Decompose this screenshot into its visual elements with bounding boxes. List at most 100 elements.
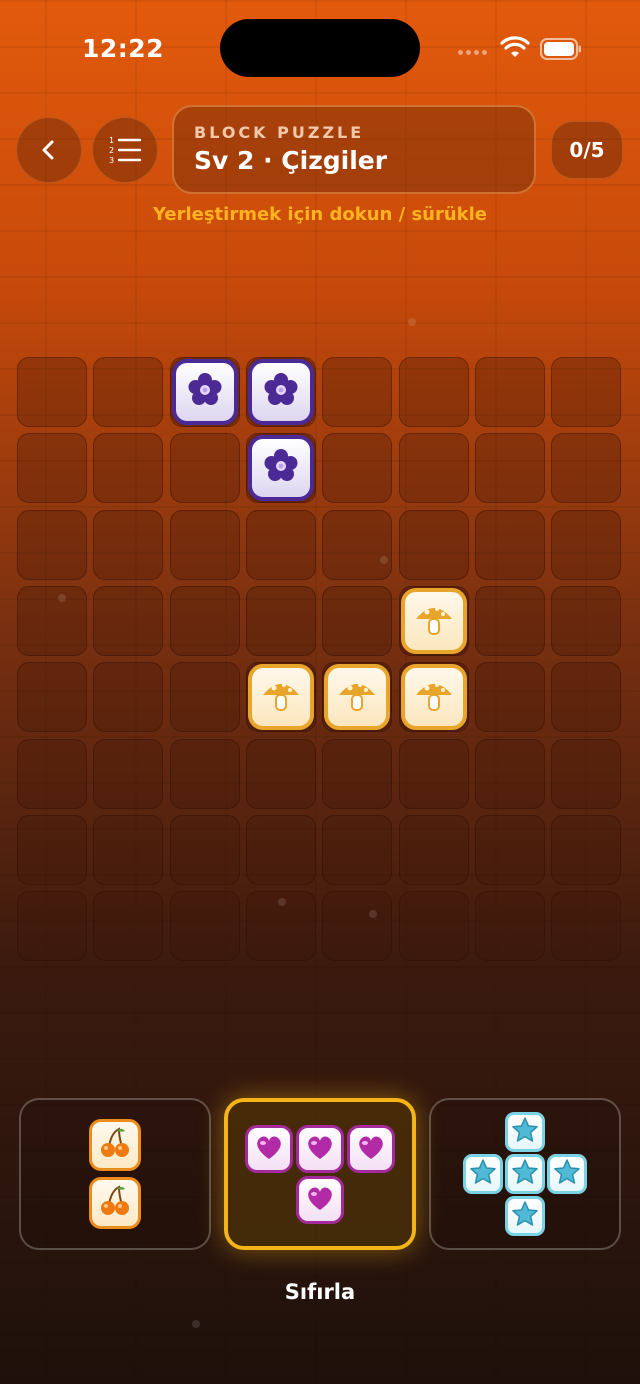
piece-block-heart[interactable] — [245, 1124, 293, 1173]
piece-block-star[interactable] — [505, 1154, 545, 1194]
board-cell[interactable] — [17, 814, 87, 885]
board-cell[interactable] — [245, 814, 316, 885]
piece-block-star[interactable] — [547, 1154, 587, 1194]
board-cell[interactable] — [93, 662, 164, 733]
piece-block-star[interactable] — [505, 1196, 545, 1236]
board-cell[interactable] — [474, 662, 545, 733]
back-button[interactable] — [16, 117, 82, 183]
level-title-card: BLOCK PUZZLE Sv 2 · Çizgiler — [172, 105, 536, 194]
board-cell[interactable] — [474, 814, 545, 885]
heart-icon — [305, 1133, 335, 1165]
reset-button[interactable]: Sıfırla — [0, 1280, 640, 1304]
board-cell[interactable] — [474, 357, 545, 427]
board-cell[interactable] — [322, 738, 393, 809]
board-cell[interactable] — [93, 891, 164, 962]
board-cell[interactable] — [398, 433, 469, 504]
board-cell[interactable] — [322, 433, 393, 504]
piece-block-heart[interactable] — [347, 1124, 395, 1173]
board-cell[interactable] — [551, 738, 622, 809]
board-cell[interactable] — [169, 509, 240, 580]
board-cell[interactable] — [17, 738, 87, 809]
flower-icon — [185, 370, 225, 414]
placed-block-amber — [400, 587, 467, 654]
board-cell[interactable] — [551, 357, 622, 427]
board-cell[interactable] — [322, 814, 393, 885]
particle — [408, 318, 416, 326]
heart-icon — [254, 1133, 284, 1165]
piece-tray-heart[interactable] — [224, 1098, 416, 1250]
placed-block-amber — [324, 664, 391, 731]
board-cell[interactable] — [93, 814, 164, 885]
board-cell[interactable] — [322, 891, 393, 962]
board-cell[interactable] — [551, 814, 622, 885]
piece-tray-cherry[interactable] — [19, 1098, 211, 1250]
mushroom-icon — [260, 675, 302, 719]
board-cell[interactable] — [169, 891, 240, 962]
level-list-button[interactable]: 1 2 3 — [92, 117, 158, 183]
board-cell[interactable] — [17, 585, 87, 656]
board-cell[interactable] — [398, 738, 469, 809]
piece-block-cherry[interactable] — [89, 1119, 141, 1171]
board-cell[interactable] — [245, 509, 316, 580]
board-cell[interactable] — [17, 357, 87, 427]
board-cell[interactable] — [169, 814, 240, 885]
score-badge: 0/5 — [551, 121, 623, 179]
game-board[interactable] — [17, 357, 623, 963]
numbered-list-icon: 1 2 3 — [109, 136, 142, 165]
dynamic-island — [220, 19, 420, 77]
board-cell[interactable] — [322, 509, 393, 580]
board-cell[interactable] — [245, 738, 316, 809]
board-cell[interactable] — [17, 433, 87, 504]
piece-tray-star[interactable] — [429, 1098, 621, 1250]
board-cell[interactable] — [474, 738, 545, 809]
piece-block-cherry[interactable] — [89, 1177, 141, 1229]
board-cell[interactable] — [93, 738, 164, 809]
board-cell[interactable] — [474, 509, 545, 580]
flower-icon — [261, 446, 301, 490]
board-cell[interactable] — [398, 357, 469, 427]
star-icon — [511, 1200, 539, 1232]
board-cell[interactable] — [474, 433, 545, 504]
flower-icon — [261, 370, 301, 414]
board-cell[interactable] — [398, 891, 469, 962]
heart-icon — [305, 1184, 335, 1216]
board-cell[interactable] — [398, 814, 469, 885]
placed-block-amber — [247, 664, 314, 731]
board-cell[interactable] — [17, 509, 87, 580]
piece-block-star[interactable] — [463, 1154, 503, 1194]
particle — [369, 910, 377, 918]
board-cell[interactable] — [398, 509, 469, 580]
board-cell[interactable] — [551, 433, 622, 504]
board-cell[interactable] — [245, 585, 316, 656]
piece-block-star[interactable] — [505, 1112, 545, 1152]
wifi-icon — [500, 36, 530, 57]
mushroom-icon — [413, 599, 455, 643]
board-cell[interactable] — [93, 357, 164, 427]
board-cell[interactable] — [551, 891, 622, 962]
particle — [278, 898, 286, 906]
board-cell[interactable] — [169, 662, 240, 733]
placed-block-violet — [171, 359, 238, 425]
piece-block-heart[interactable] — [296, 1175, 344, 1224]
piece-block-heart[interactable] — [296, 1124, 344, 1173]
board-cell[interactable] — [169, 738, 240, 809]
board-cell[interactable] — [551, 662, 622, 733]
level-title: Sv 2 · Çizgiler — [194, 146, 388, 175]
board-cell[interactable] — [93, 433, 164, 504]
board-cell[interactable] — [551, 585, 622, 656]
svg-text:3: 3 — [109, 156, 114, 165]
board-cell[interactable] — [169, 585, 240, 656]
instruction-hint: Yerleştirmek için dokun / sürükle — [152, 204, 488, 225]
board-cell[interactable] — [322, 357, 393, 427]
board-cell[interactable] — [93, 585, 164, 656]
board-cell[interactable] — [93, 509, 164, 580]
board-cell[interactable] — [474, 891, 545, 962]
heart-icon — [356, 1133, 386, 1165]
board-cell[interactable] — [17, 891, 87, 962]
board-cell[interactable] — [169, 433, 240, 504]
board-cell[interactable] — [474, 585, 545, 656]
board-cell[interactable] — [17, 662, 87, 733]
placed-block-amber — [400, 664, 467, 731]
board-cell[interactable] — [551, 509, 622, 580]
board-cell[interactable] — [322, 585, 393, 656]
